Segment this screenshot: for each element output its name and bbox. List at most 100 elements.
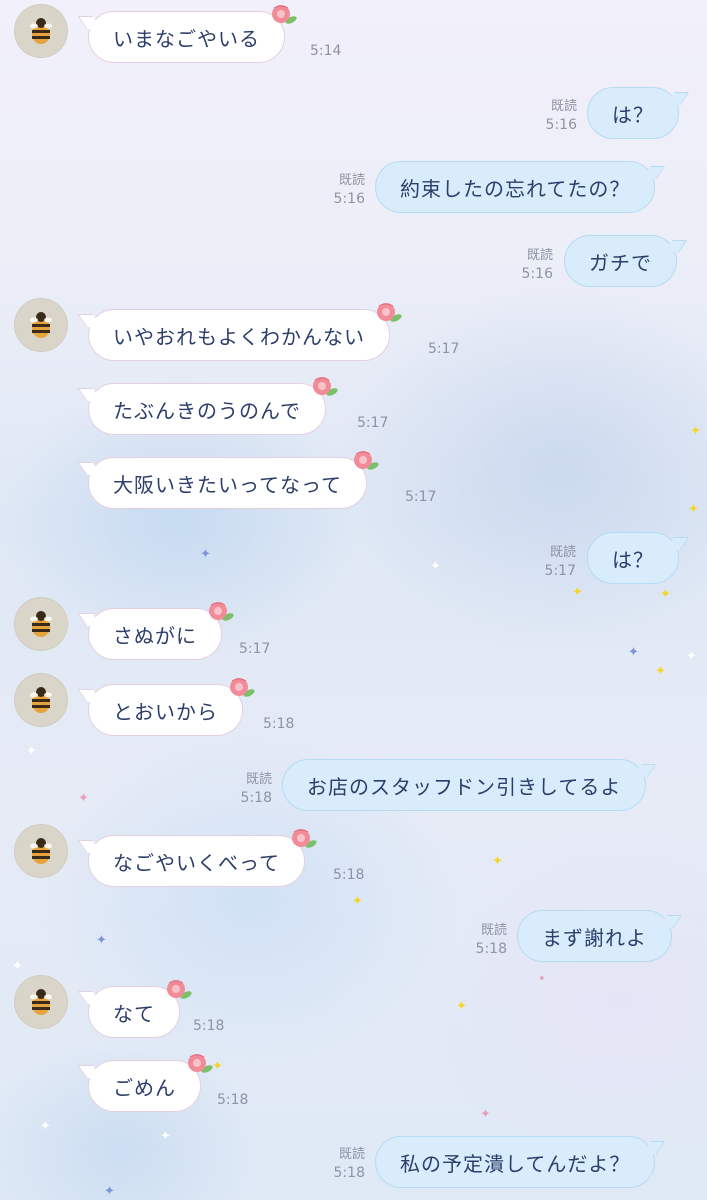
- sparkle-icon: ✦: [686, 649, 697, 664]
- message-time: 5:17: [428, 341, 460, 357]
- sparkle-icon: ✦: [104, 1184, 115, 1199]
- bee-icon: [30, 838, 52, 864]
- avatar[interactable]: [14, 975, 68, 1029]
- message-bubble[interactable]: いまなごやいる: [88, 5, 297, 63]
- message-bubble[interactable]: たぶんきのうのんで: [88, 377, 338, 435]
- message-time: 5:16: [521, 266, 553, 282]
- message-time: 5:16: [333, 191, 365, 207]
- flower-icon: [230, 678, 255, 697]
- message-bubble[interactable]: いやおれもよくわかんない: [88, 303, 402, 361]
- avatar[interactable]: [14, 597, 68, 651]
- message-text: 私の予定潰してんだよ？: [400, 1151, 631, 1176]
- sparkle-icon: ✦: [430, 559, 441, 574]
- sparkle-icon: ✦: [492, 854, 503, 869]
- message-time: 5:18: [333, 867, 365, 883]
- avatar[interactable]: [14, 4, 68, 58]
- message-text: ごめん: [113, 1075, 176, 1100]
- bee-icon: [30, 989, 52, 1015]
- message-bubble[interactable]: は？: [587, 532, 679, 584]
- message-bubble[interactable]: さぬがに: [88, 602, 234, 660]
- message-text: ガチで: [589, 250, 652, 275]
- message-text: お店のスタッフドン引きしてるよ: [307, 774, 622, 799]
- message-bubble[interactable]: ガチで: [564, 235, 677, 287]
- sparkle-icon: ✦: [96, 933, 107, 948]
- message-meta: 既読 5:18: [462, 922, 507, 958]
- message-text: いやおれもよくわかんない: [113, 324, 365, 349]
- sparkle-icon: ✦: [456, 999, 467, 1014]
- message-bubble[interactable]: 大阪いきたいってなって: [88, 451, 379, 509]
- sparkle-icon: ✦: [628, 645, 639, 660]
- message-text: 大阪いきたいってなって: [113, 472, 342, 497]
- message-time: 5:17: [544, 563, 576, 579]
- flower-icon: [188, 1054, 213, 1073]
- bee-icon: [30, 687, 52, 713]
- message-meta: 既読 5:16: [320, 172, 365, 208]
- message-text: 約束したの忘れてたの？: [400, 176, 631, 201]
- flower-icon: [272, 5, 297, 24]
- message-time: 5:18: [217, 1092, 249, 1108]
- read-receipt: 既読: [480, 923, 507, 938]
- avatar[interactable]: [14, 673, 68, 727]
- message-bubble[interactable]: とおいから: [88, 678, 255, 736]
- message-time: 5:18: [193, 1018, 225, 1034]
- sparkle-icon: ✦: [200, 547, 211, 562]
- message-time: 5:18: [263, 716, 295, 732]
- message-time: 5:14: [310, 43, 342, 59]
- sparkle-icon: ✦: [655, 664, 666, 679]
- message-meta: 既読 5:17: [531, 544, 576, 580]
- read-receipt: 既読: [526, 248, 553, 263]
- avatar[interactable]: [14, 824, 68, 878]
- message-text: まず謝れよ: [542, 925, 647, 950]
- read-receipt: 既読: [549, 545, 576, 560]
- sparkle-icon: ✦: [690, 424, 701, 439]
- sparkle-icon: ✦: [12, 959, 23, 974]
- message-bubble[interactable]: なごやいくべって: [88, 829, 317, 887]
- message-time: 5:18: [475, 941, 507, 957]
- message-meta: 既読 5:16: [535, 98, 577, 134]
- read-receipt: 既読: [338, 1147, 365, 1162]
- message-time: 5:18: [240, 790, 272, 806]
- message-time: 5:18: [333, 1165, 365, 1181]
- bee-icon: [30, 18, 52, 44]
- message-meta: 既読 5:16: [508, 247, 553, 283]
- flower-icon: [292, 829, 317, 848]
- message-time: 5:17: [239, 641, 271, 657]
- message-bubble[interactable]: 私の予定潰してんだよ？: [375, 1136, 656, 1188]
- message-time: 5:16: [545, 117, 577, 133]
- message-text: は？: [612, 547, 654, 572]
- flower-icon: [377, 303, 402, 322]
- message-text: とおいから: [113, 699, 218, 724]
- flower-icon: [209, 602, 234, 621]
- message-meta: 既読 5:18: [320, 1146, 365, 1182]
- read-receipt: 既読: [245, 772, 272, 787]
- read-receipt: 既読: [338, 173, 365, 188]
- message-bubble[interactable]: は？: [587, 87, 679, 139]
- message-text: いまなごやいる: [113, 26, 260, 51]
- sparkle-icon: ✦: [352, 894, 363, 909]
- message-bubble[interactable]: まず謝れよ: [517, 910, 672, 962]
- sparkle-icon: ✦: [572, 585, 583, 600]
- sparkle-icon: •: [538, 972, 546, 987]
- sparkle-icon: ✦: [26, 744, 37, 759]
- message-meta: 既読 5:18: [227, 771, 272, 807]
- sparkle-icon: ✦: [688, 502, 699, 517]
- message-bubble[interactable]: お店のスタッフドン引きしてるよ: [282, 759, 647, 811]
- message-time: 5:17: [405, 489, 437, 505]
- message-text: たぶんきのうのんで: [113, 398, 301, 423]
- flower-icon: [313, 377, 338, 396]
- message-text: は？: [612, 102, 654, 127]
- message-bubble[interactable]: 約束したの忘れてたの？: [375, 161, 656, 213]
- sparkle-icon: ✦: [660, 587, 671, 602]
- message-bubble[interactable]: ごめん: [88, 1054, 213, 1112]
- sparkle-icon: ✦: [40, 1119, 51, 1134]
- message-time: 5:17: [357, 415, 389, 431]
- read-receipt: 既読: [550, 99, 577, 114]
- sparkle-icon: ✦: [480, 1107, 491, 1122]
- bee-icon: [30, 611, 52, 637]
- sparkle-icon: ✦: [78, 791, 89, 806]
- sparkle-icon: ✦: [160, 1129, 171, 1144]
- flower-icon: [167, 980, 192, 999]
- avatar[interactable]: [14, 298, 68, 352]
- message-text: さぬがに: [113, 623, 197, 648]
- message-bubble[interactable]: なて: [88, 980, 192, 1038]
